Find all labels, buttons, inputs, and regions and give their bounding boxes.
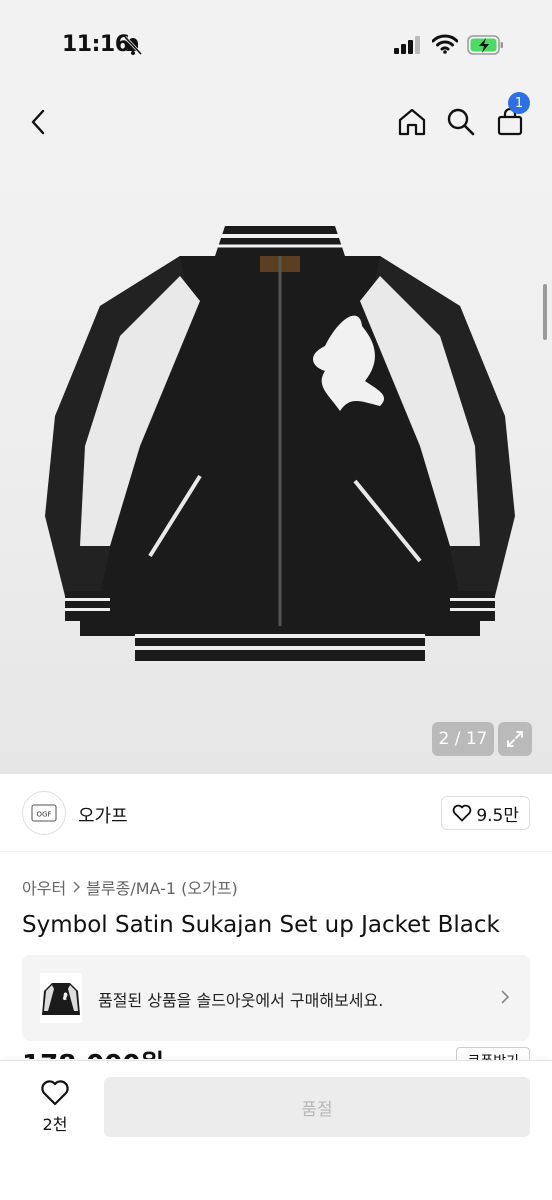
chevron-left-icon — [31, 109, 45, 135]
home-button[interactable] — [392, 102, 432, 142]
chevron-right-icon — [501, 990, 510, 1004]
wifi-icon — [432, 34, 458, 54]
bottom-action-bar: 2천 품절 — [0, 1060, 552, 1200]
product-title: Symbol Satin Sukajan Set up Jacket Black — [22, 912, 500, 938]
search-icon — [447, 108, 475, 136]
breadcrumb: 아우터 블루종/MA-1 (오가프) — [22, 875, 238, 899]
expand-icon — [507, 731, 523, 747]
product-image-gallery[interactable]: 2 / 17 — [0, 154, 552, 774]
coupon-button[interactable]: 쿠폰받기 — [456, 1047, 530, 1061]
banner-text: 품절된 상품을 솔드아웃에서 구매해보세요. — [98, 991, 384, 1010]
back-button[interactable] — [18, 102, 58, 142]
search-button[interactable] — [441, 102, 481, 142]
navigation-bar: 1 — [0, 90, 552, 154]
banner-thumbnail — [40, 973, 82, 1023]
product-image — [45, 226, 515, 661]
brand-like-count: 9.5만 — [476, 805, 519, 826]
brand-like-button[interactable]: 9.5만 — [441, 796, 530, 830]
wishlist-count: 2천 — [42, 1115, 68, 1134]
scroll-indicator[interactable] — [543, 284, 547, 340]
price-text: 178,000원 — [22, 1045, 164, 1059]
battery-charging-icon — [467, 35, 503, 55]
bell-slash-icon — [123, 35, 143, 55]
chevron-right-icon — [73, 881, 81, 893]
brand-logo-text: OGF — [37, 811, 52, 819]
breadcrumb-category[interactable]: 아우터 — [22, 875, 66, 899]
cellular-signal-icon — [394, 36, 420, 54]
expand-image-button[interactable] — [498, 722, 532, 756]
status-time: 11:16 — [62, 32, 130, 57]
soldout-button: 품절 — [104, 1077, 530, 1137]
heart-icon — [41, 1080, 69, 1106]
cart-count-badge: 1 — [508, 92, 530, 114]
brand-logo-image: OGF — [31, 804, 57, 822]
brand-row[interactable]: OGF 오가프 9.5만 — [0, 774, 552, 852]
image-counter: 2 / 17 — [432, 722, 494, 756]
status-bar: 11:16 — [0, 0, 552, 90]
heart-icon — [453, 804, 472, 822]
cart-button[interactable]: 1 — [490, 92, 530, 142]
home-icon — [398, 108, 426, 136]
soldout-banner[interactable]: 품절된 상품을 솔드아웃에서 구매해보세요. — [22, 955, 530, 1041]
brand-logo[interactable]: OGF — [22, 791, 66, 835]
brand-name[interactable]: 오가프 — [78, 802, 128, 828]
wishlist-button[interactable]: 2천 — [22, 1079, 88, 1139]
breadcrumb-subcategory[interactable]: 블루종/MA-1 (오가프) — [86, 875, 238, 899]
